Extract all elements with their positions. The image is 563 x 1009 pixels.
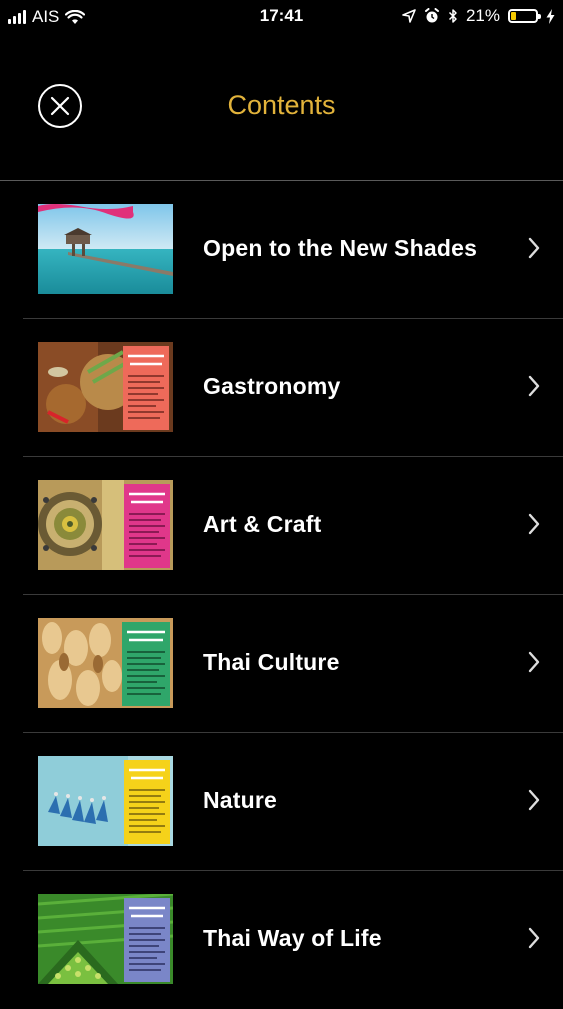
food-menu-image [38, 342, 173, 432]
chevron-right-icon [528, 789, 540, 811]
item-label: Nature [203, 787, 278, 813]
list-item-thai-culture[interactable]: Thai Culture [23, 595, 563, 733]
list-item-gastronomy[interactable]: Gastronomy [23, 319, 563, 457]
item-label: Open to the New Shades [203, 235, 478, 261]
bluetooth-icon [448, 9, 457, 23]
list-item-nature[interactable]: Nature [23, 733, 563, 871]
chevron-right-icon [528, 513, 540, 535]
alarm-icon [424, 8, 439, 23]
battery-icon [508, 9, 541, 23]
battery-percent: 21% [465, 6, 500, 25]
nature-menu-image [38, 756, 173, 846]
list-item-thai-way-of-life[interactable]: Thai Way of Life [23, 871, 563, 1009]
item-label: Gastronomy [203, 373, 341, 399]
item-label: Thai Way of Life [203, 925, 382, 951]
culture-menu-image [38, 618, 173, 708]
beach-pier-image [38, 204, 173, 294]
contents-list: Open to the New Shades Gastronomy Art & … [0, 181, 563, 1009]
list-item-art-and-craft[interactable]: Art & Craft [23, 457, 563, 595]
charging-icon [546, 8, 555, 24]
chevron-right-icon [528, 237, 540, 259]
status-right: 21% [402, 6, 555, 26]
chevron-right-icon [528, 927, 540, 949]
chevron-right-icon [528, 651, 540, 673]
page-title: Contents [227, 90, 336, 120]
header: Contents [0, 34, 563, 180]
chevron-right-icon [528, 375, 540, 397]
list-item-open-to-the-new-shades[interactable]: Open to the New Shades [23, 181, 563, 319]
status-bar: AIS 17:41 21% [0, 0, 563, 34]
way-of-life-menu-image [38, 894, 173, 984]
craft-menu-image [38, 480, 173, 570]
item-label: Thai Culture [203, 649, 340, 675]
location-icon [402, 9, 416, 23]
item-label: Art & Craft [203, 511, 322, 537]
